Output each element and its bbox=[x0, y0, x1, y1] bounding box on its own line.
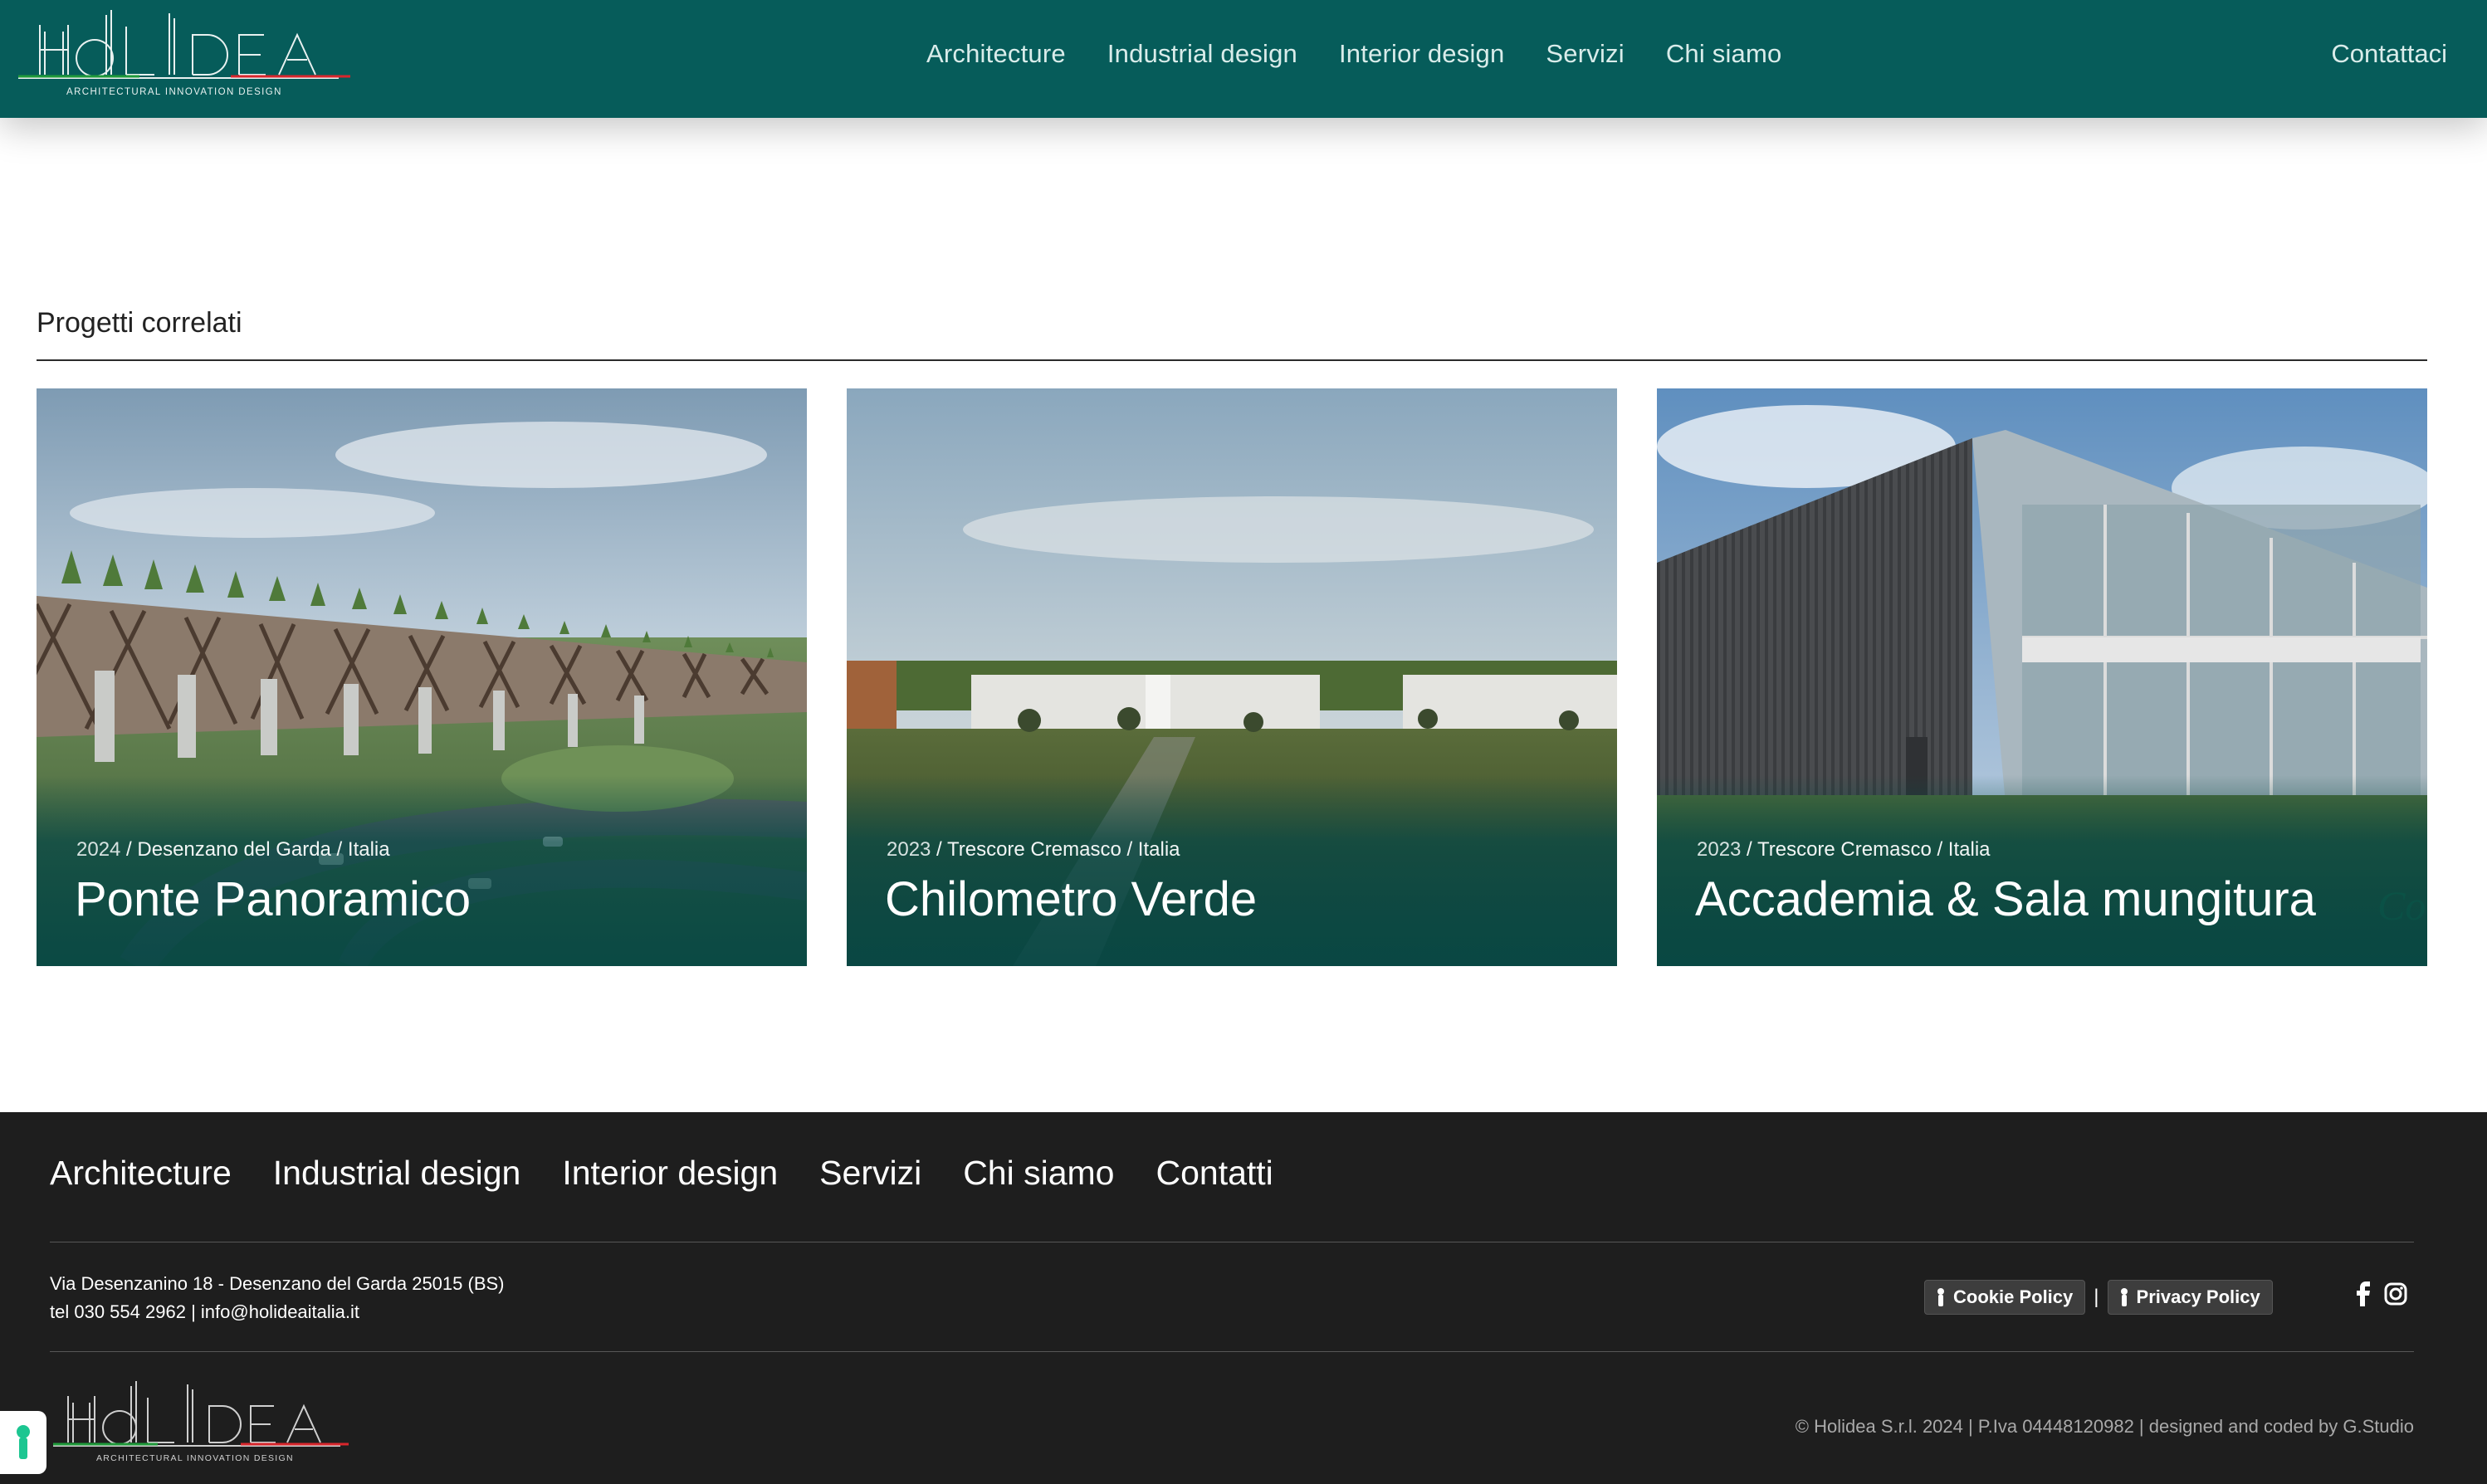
project-title: Chilometro Verde bbox=[885, 872, 1258, 926]
contattaci-link[interactable]: Contattaci bbox=[2331, 33, 2447, 75]
privacy-policy-label: Privacy Policy bbox=[2136, 1286, 2260, 1307]
project-card-ponte-panoramico[interactable]: 2024 / Desenzano del Garda / Italia Pont… bbox=[37, 388, 807, 966]
project-title: Ponte Panoramico bbox=[75, 872, 472, 926]
address-line: Via Desenzanino 18 - Desenzano del Garda… bbox=[50, 1273, 505, 1294]
project-meta: 2024 / Desenzano del Garda / Italia bbox=[76, 838, 390, 861]
project-year: 2023 bbox=[887, 838, 931, 861]
cookie-policy-button[interactable]: Cookie Policy bbox=[1924, 1280, 2086, 1315]
project-location: Trescore Cremasco / Italia bbox=[946, 838, 1180, 861]
policy-links: Cookie Policy | Privacy Policy bbox=[1924, 1280, 2273, 1315]
site-footer: Architecture Industrial design Interior … bbox=[0, 1112, 2487, 1484]
related-projects-grid: 2024 / Desenzano del Garda / Italia Pont… bbox=[37, 388, 2427, 966]
email-link[interactable]: info@holideaitalia.it bbox=[201, 1301, 359, 1322]
privacy-policy-button[interactable]: Privacy Policy bbox=[2107, 1280, 2273, 1315]
nav-servizi[interactable]: Servizi bbox=[1546, 33, 1624, 75]
project-meta: 2023 / Trescore Cremasco / Italia bbox=[887, 838, 1180, 861]
nav-interior-design[interactable]: Interior design bbox=[1339, 33, 1504, 75]
project-card-accademia-sala-mungitura[interactable]: Co 2023 / Trescore Cremasco / Italia Acc… bbox=[1657, 388, 2427, 966]
iubenda-icon bbox=[2120, 1288, 2128, 1306]
iubenda-icon bbox=[17, 1425, 30, 1459]
footer-nav-servizi[interactable]: Servizi bbox=[819, 1154, 921, 1193]
site-header: ARCHITECTURAL INNOVATION DESIGN Architec… bbox=[0, 0, 2487, 118]
company-address: Via Desenzanino 18 - Desenzano del Garda… bbox=[50, 1270, 505, 1326]
cookie-policy-label: Cookie Policy bbox=[1953, 1286, 2074, 1307]
section-divider bbox=[37, 359, 2427, 361]
footer-nav-contatti[interactable]: Contatti bbox=[1156, 1154, 1273, 1193]
project-location: Desenzano del Garda / Italia bbox=[137, 838, 390, 861]
holidea-logo[interactable]: ARCHITECTURAL INNOVATION DESIGN bbox=[50, 1378, 349, 1469]
main-nav: Architecture Industrial design Interior … bbox=[926, 33, 1781, 75]
nav-chi-siamo[interactable]: Chi siamo bbox=[1666, 33, 1782, 75]
contact-separator: | bbox=[191, 1301, 196, 1322]
svg-text:ARCHITECTURAL INNOVATION DESIG: ARCHITECTURAL INNOVATION DESIGN bbox=[96, 1453, 294, 1463]
social-links bbox=[2356, 1281, 2407, 1306]
project-year: 2024 bbox=[76, 838, 121, 861]
project-location: Trescore Cremasco / Italia bbox=[1757, 838, 1991, 861]
section-title: Progetti correlati bbox=[37, 307, 242, 339]
footer-nav: Architecture Industrial design Interior … bbox=[50, 1154, 1273, 1193]
holidea-logo[interactable]: ARCHITECTURAL INNOVATION DESIGN bbox=[15, 7, 350, 101]
footer-divider bbox=[50, 1351, 2414, 1352]
policy-separator: | bbox=[2094, 1286, 2099, 1308]
svg-text:ARCHITECTURAL INNOVATION DESIG: ARCHITECTURAL INNOVATION DESIGN bbox=[66, 87, 282, 97]
phone-number: tel 030 554 2962 bbox=[50, 1301, 186, 1322]
facebook-icon[interactable] bbox=[2356, 1281, 2371, 1306]
project-title: Accademia & Sala mungitura bbox=[1695, 872, 2316, 926]
footer-nav-chi-siamo[interactable]: Chi siamo bbox=[963, 1154, 1114, 1193]
instagram-icon[interactable] bbox=[2384, 1282, 2407, 1306]
footer-nav-interior-design[interactable]: Interior design bbox=[562, 1154, 778, 1193]
project-card-chilometro-verde[interactable]: 2023 / Trescore Cremasco / Italia Chilom… bbox=[847, 388, 1617, 966]
nav-architecture[interactable]: Architecture bbox=[926, 33, 1066, 75]
cookie-preferences-button[interactable] bbox=[0, 1411, 46, 1474]
footer-nav-industrial-design[interactable]: Industrial design bbox=[273, 1154, 521, 1193]
footer-nav-architecture[interactable]: Architecture bbox=[50, 1154, 232, 1193]
project-year: 2023 bbox=[1697, 838, 1742, 861]
nav-industrial-design[interactable]: Industrial design bbox=[1107, 33, 1297, 75]
project-meta: 2023 / Trescore Cremasco / Italia bbox=[1697, 838, 1991, 861]
copyright-text: © Holidea S.r.l. 2024 | P.Iva 0444812098… bbox=[1795, 1416, 2414, 1437]
iubenda-icon bbox=[1937, 1288, 1944, 1306]
